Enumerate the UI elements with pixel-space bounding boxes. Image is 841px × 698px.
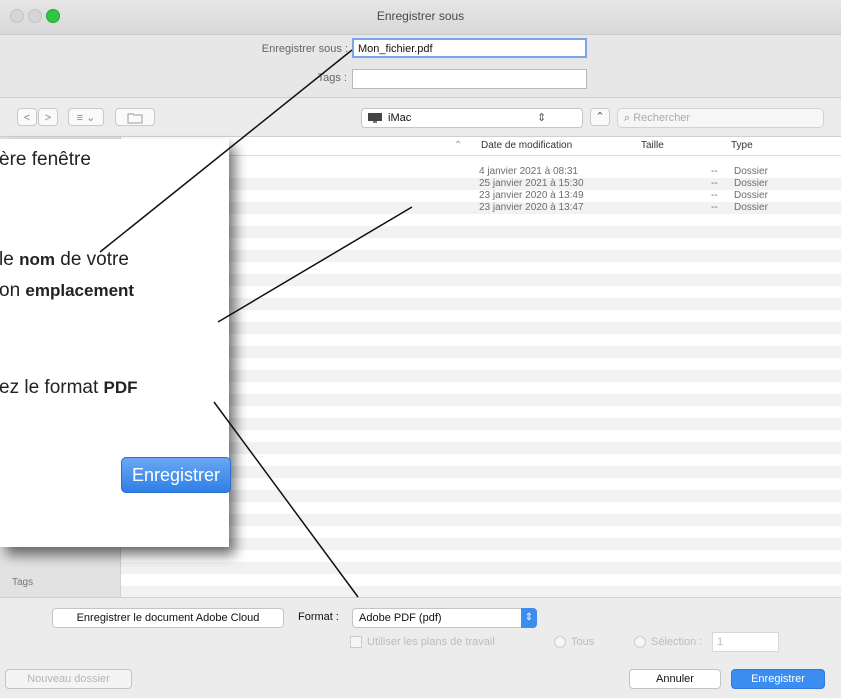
pointer-line-name [99,49,353,253]
pointer-lines [99,49,413,598]
pointer-line-format [213,401,359,598]
pointer-line-location [217,206,413,323]
